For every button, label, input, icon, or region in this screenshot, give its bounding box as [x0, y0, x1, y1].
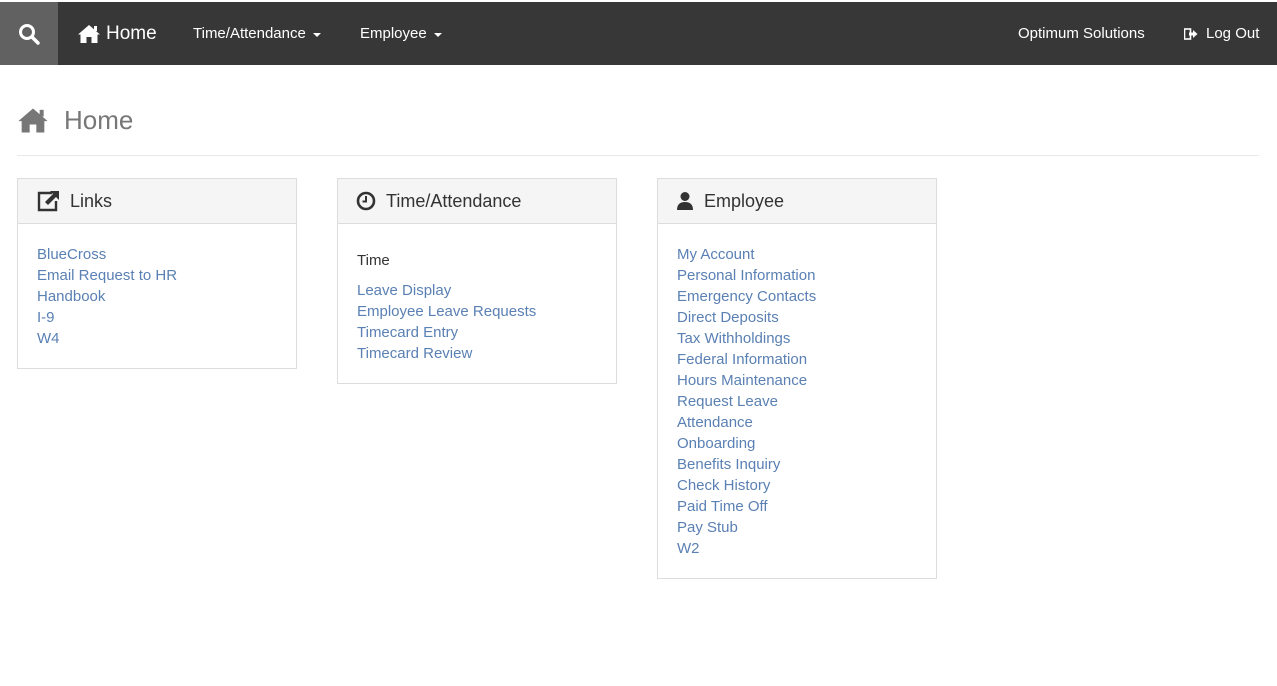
logout-link[interactable]: Log Out: [1184, 2, 1259, 65]
page-header: Home: [17, 105, 133, 136]
link-bluecross[interactable]: BlueCross: [37, 244, 277, 265]
link-pay-stub[interactable]: Pay Stub: [677, 517, 917, 538]
link-i9[interactable]: I-9: [37, 307, 277, 328]
link-personal-information[interactable]: Personal Information: [677, 265, 917, 286]
link-w2[interactable]: W2: [677, 538, 917, 559]
link-timecard-review[interactable]: Timecard Review: [357, 343, 597, 364]
link-w4[interactable]: W4: [37, 328, 277, 349]
links-panel-heading: Links: [18, 179, 296, 224]
time-attendance-panel-heading: Time/Attendance: [338, 179, 616, 224]
link-hours-maintenance[interactable]: Hours Maintenance: [677, 370, 917, 391]
link-leave-display[interactable]: Leave Display: [357, 280, 597, 301]
clock-icon: [356, 191, 376, 211]
nav-time-attendance-label: Time/Attendance: [193, 25, 306, 42]
link-onboarding[interactable]: Onboarding: [677, 433, 917, 454]
nav-time-attendance-dropdown[interactable]: Time/Attendance: [193, 2, 321, 65]
link-emergency-contacts[interactable]: Emergency Contacts: [677, 286, 917, 307]
link-handbook[interactable]: Handbook: [37, 286, 277, 307]
link-benefits-inquiry[interactable]: Benefits Inquiry: [677, 454, 917, 475]
logout-icon: [1184, 27, 1198, 40]
time-attendance-panel-body: Time Leave Display Employee Leave Reques…: [338, 224, 616, 383]
employee-panel: Employee My Account Personal Information…: [657, 178, 937, 579]
nav-employee-label: Employee: [360, 25, 427, 42]
time-attendance-panel-title: Time/Attendance: [386, 190, 522, 211]
link-federal-information[interactable]: Federal Information: [677, 349, 917, 370]
user-icon: [676, 191, 694, 211]
home-icon: [17, 107, 49, 134]
nav-employee-dropdown[interactable]: Employee: [360, 2, 442, 65]
link-timecard-entry[interactable]: Timecard Entry: [357, 322, 597, 343]
links-panel-body: BlueCross Email Request to HR Handbook I…: [18, 224, 296, 368]
employee-panel-heading: Employee: [658, 179, 936, 224]
company-name: Optimum Solutions: [1018, 2, 1145, 65]
header-divider: [17, 155, 1259, 156]
link-direct-deposits[interactable]: Direct Deposits: [677, 307, 917, 328]
employee-panel-body: My Account Personal Information Emergenc…: [658, 224, 936, 578]
link-email-request-hr[interactable]: Email Request to HR: [37, 265, 277, 286]
link-my-account[interactable]: My Account: [677, 244, 917, 265]
link-employee-leave-requests[interactable]: Employee Leave Requests: [357, 301, 597, 322]
search-button[interactable]: [0, 2, 58, 65]
link-paid-time-off[interactable]: Paid Time Off: [677, 496, 917, 517]
home-icon: [77, 24, 101, 44]
caret-down-icon: [433, 32, 442, 37]
link-tax-withholdings[interactable]: Tax Withholdings: [677, 328, 917, 349]
links-panel: Links BlueCross Email Request to HR Hand…: [17, 178, 297, 369]
time-attendance-panel: Time/Attendance Time Leave Display Emplo…: [337, 178, 617, 384]
search-icon: [18, 23, 40, 45]
link-attendance[interactable]: Attendance: [677, 412, 917, 433]
time-subheading: Time: [357, 252, 390, 269]
caret-down-icon: [312, 32, 321, 37]
company-name-label: Optimum Solutions: [1018, 25, 1145, 42]
logout-label: Log Out: [1206, 25, 1260, 42]
top-navbar: Home Time/Attendance Employee Optimum So…: [0, 2, 1277, 65]
link-check-history[interactable]: Check History: [677, 475, 917, 496]
nav-home-link[interactable]: Home: [77, 2, 157, 65]
links-panel-title: Links: [70, 190, 113, 211]
nav-home-label: Home: [106, 22, 157, 44]
page-title: Home: [64, 105, 134, 135]
link-request-leave[interactable]: Request Leave: [677, 391, 917, 412]
external-link-icon: [36, 190, 60, 212]
employee-panel-title: Employee: [704, 190, 785, 211]
